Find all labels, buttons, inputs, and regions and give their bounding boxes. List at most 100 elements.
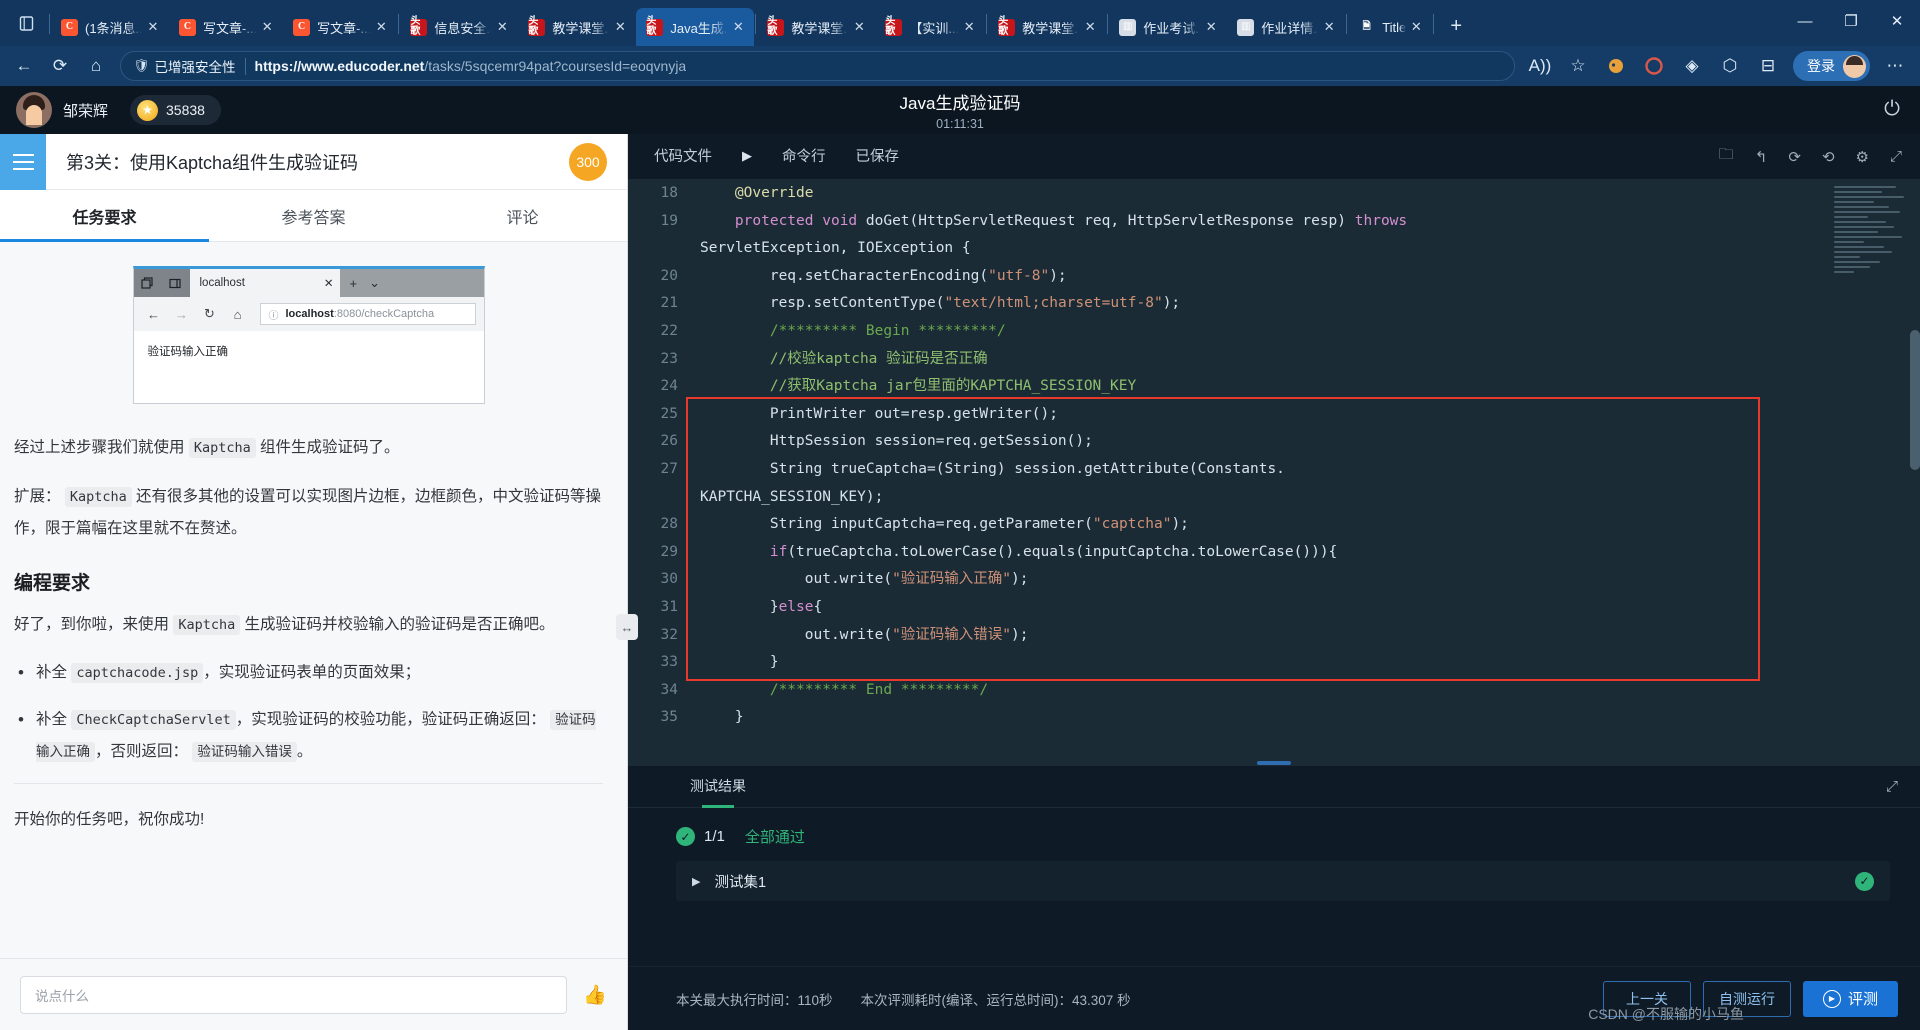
more-options-icon[interactable]: ⋯ [1876,50,1914,82]
tab-close-icon[interactable]: ✕ [257,19,277,35]
extensions-icon[interactable]: ⬡ [1711,50,1749,82]
code-token: req.setCharacterEncoding( [700,267,989,284]
tab-command-line[interactable]: 命令行 [782,145,826,168]
editor-scrollbar[interactable] [1910,330,1920,470]
tab-test-result[interactable]: 测试结果 [690,766,746,808]
browser-tab[interactable]: 头歌 信息安全... ✕ [400,8,518,46]
tab-close-icon[interactable]: ✕ [1319,19,1339,35]
tab-close-icon[interactable]: ✕ [1201,19,1221,35]
code-text[interactable]: String inputCaptcha=req.getParameter("ca… [700,511,1920,539]
address-bar[interactable]: 🛡 已增强安全性 https://www.educoder.net/tasks/… [120,51,1515,81]
browser-tab[interactable]: C (1条消息... ✕ [51,8,169,46]
browser-tab[interactable]: C 写文章-... ✕ [283,8,397,46]
run-icon[interactable]: ▶ [742,148,752,166]
code-text[interactable]: PrintWriter out=resp.getWriter(); [700,401,1920,429]
browser-tab[interactable]: 头歌 教学课堂... ✕ [988,8,1106,46]
screenshot-info-icon: ⓘ [268,310,279,322]
split-screen-icon[interactable]: ⊟ [1749,50,1787,82]
code-line: 21 resp.setContentType("text/html;charse… [628,290,1920,318]
result-expand-icon[interactable]: ⤢ [1886,778,1898,795]
code-text[interactable]: //校验kaptcha 验证码是否正确 [700,346,1920,374]
code-line: 18 @Override [628,180,1920,208]
code-line: 31 }else{ [628,594,1920,622]
tab-reference-answer[interactable]: 参考答案 [209,190,418,241]
expand-icon[interactable]: ⤢ [1890,148,1902,165]
new-tab-button[interactable]: + [1441,11,1471,41]
code-text[interactable]: /********* End *********/ [700,677,1920,705]
user-info[interactable]: 邹荣辉 ★ 35838 [0,92,221,128]
code-scroll-region[interactable]: 18 @Override 19 protected void doGet(Http… [628,180,1920,766]
tab-close-icon[interactable]: ✕ [728,19,748,35]
thumbs-up-icon[interactable]: 👍 [583,983,607,1007]
tab-close-icon[interactable]: ✕ [610,19,630,35]
tab-actions-icon[interactable] [4,3,48,43]
minimize-button[interactable]: — [1782,0,1828,42]
chevron-right-icon[interactable]: ▶ [692,875,700,888]
browser-tab[interactable]: C 写文章-... ✕ [169,8,283,46]
menu-icon[interactable] [0,133,46,190]
extension2-icon[interactable] [1635,50,1673,82]
browser-tab[interactable]: 头歌 【实训... ✕ [875,8,985,46]
browser-tab[interactable]: 头歌 Java生成... ✕ [636,8,755,46]
refresh-icon[interactable]: ⟲ [1822,148,1835,166]
back-icon[interactable]: ← [6,50,42,82]
login-button[interactable]: 登录 [1793,51,1870,81]
code-text[interactable]: }else{ [700,594,1920,622]
code-text[interactable]: String trueCaptcha=(String) session.getA… [700,456,1920,511]
code-token: resp.setContentType( [700,295,945,312]
tab-close-icon[interactable]: ✕ [1406,19,1426,35]
comment-input[interactable]: 说点什么 [20,975,568,1014]
code-text[interactable]: req.setCharacterEncoding("utf-8"); [700,263,1920,291]
home-icon[interactable]: ⌂ [78,50,114,82]
code-editor[interactable]: 18 @Override 19 protected void doGet(Http… [628,180,1920,766]
code-text[interactable]: } [700,704,1920,732]
para3-code: Kaptcha [173,614,241,635]
tab-close-icon[interactable]: ✕ [959,19,979,35]
tab-close-icon[interactable]: ✕ [849,19,869,35]
folder-icon[interactable]: 🗀 [1719,144,1734,169]
tab-comments[interactable]: 评论 [418,190,627,241]
undo-icon[interactable]: ↰ [1755,148,1768,166]
screenshot-tab-actions: + ⌄ [340,269,391,297]
favorite-icon[interactable]: ☆ [1559,50,1597,82]
table-row[interactable]: ▶ 测试集1 ✓ [676,861,1890,901]
code-text[interactable]: if(trueCaptcha.toLowerCase().equals(inpu… [700,539,1920,567]
browser-tab[interactable]: 头歌 教学课堂... ✕ [518,8,636,46]
code-token: out.write( [700,626,893,643]
touge-icon: 头歌 [998,17,1016,37]
code-text[interactable]: //获取Kaptcha jar包里面的KAPTCHA_SESSION_KEY [700,373,1920,401]
tab-task-requirements[interactable]: 任务要求 [0,190,209,242]
code-text[interactable]: HttpSession session=req.getSession(); [700,428,1920,456]
read-aloud-icon[interactable]: A)) [1521,50,1559,82]
close-window-button[interactable]: ✕ [1874,0,1920,42]
tab-close-icon[interactable]: ✕ [371,19,391,35]
browser-tab[interactable]: 头歌 教学课堂... ✕ [757,8,875,46]
gear-icon[interactable]: ⚙ [1856,148,1869,166]
nav-right-actions: A)) ☆ ◈ ⬡ ⊟ 登录 ⋯ [1521,50,1914,82]
power-icon[interactable]: ⏻ [1884,98,1900,121]
extension1-icon[interactable] [1597,50,1635,82]
tab-close-icon[interactable]: ✕ [492,19,512,35]
code-text[interactable]: out.write("验证码输入错误"); [700,622,1920,650]
collections-icon[interactable]: ◈ [1673,50,1711,82]
code-text[interactable]: protected void doGet(HttpServletRequest … [700,208,1920,263]
panel-resize-handle[interactable] [1253,757,1295,766]
tab-code-files[interactable]: 代码文件 [654,145,712,168]
reload-icon[interactable]: ⟳ [42,50,78,82]
browser-tab[interactable]: ▥ 作业详情... ✕ [1227,8,1345,46]
browser-tab[interactable]: ▥ 作业考试... ✕ [1109,8,1227,46]
code-minimap[interactable] [1834,186,1912,336]
code-line: 34 /********* End *********/ [628,677,1920,705]
maximize-button[interactable]: ❐ [1828,0,1874,42]
redo-icon[interactable]: ⟳ [1788,148,1801,166]
code-text[interactable]: } [700,649,1920,677]
tab-close-icon[interactable]: ✕ [1080,19,1100,35]
code-text[interactable]: resp.setContentType("text/html;charset=u… [700,290,1920,318]
code-text[interactable]: @Override [700,180,1920,208]
evaluate-button[interactable]: ▶ 评测 [1802,980,1898,1017]
panel-splitter-handle[interactable]: ↔ [616,614,638,640]
code-text[interactable]: /********* Begin *********/ [700,318,1920,346]
tab-close-icon[interactable]: ✕ [143,19,163,35]
code-text[interactable]: out.write("验证码输入正确"); [700,566,1920,594]
browser-tab[interactable]: 🗎 Title ✕ [1348,8,1432,46]
